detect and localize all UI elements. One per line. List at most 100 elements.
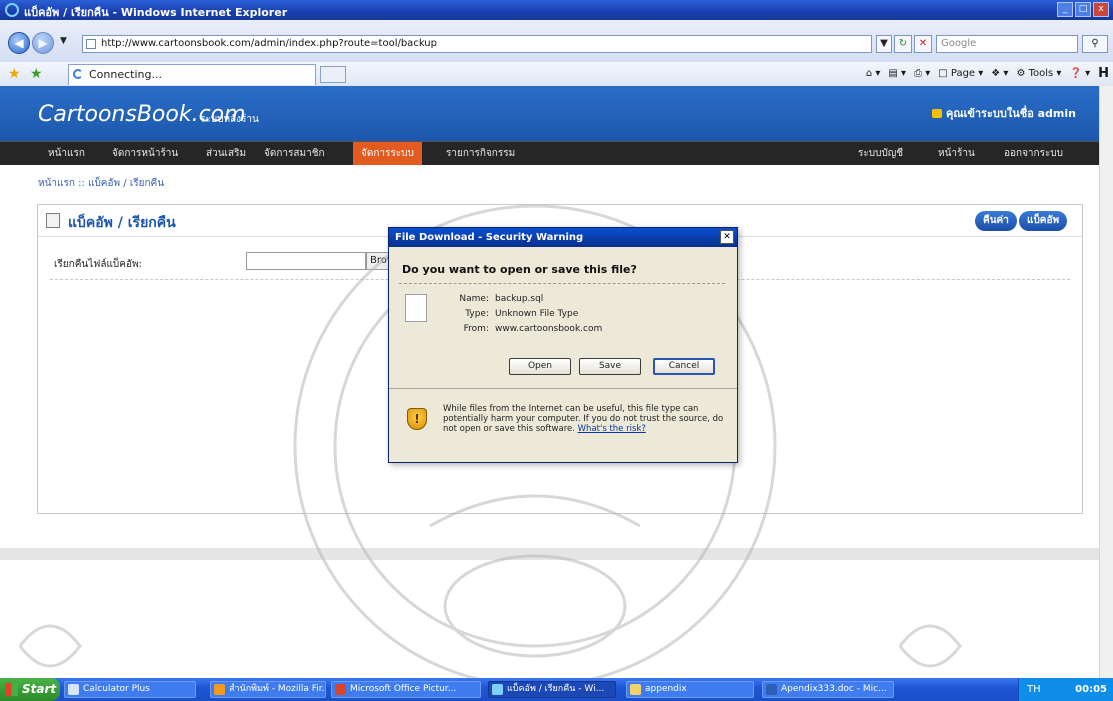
site-header: CartoonsBook.com ระบบหลังร้าน คุณเข้าระบ… [0, 86, 1099, 141]
login-info-text: คุณเข้าระบบในชื่อ admin [946, 107, 1076, 120]
tab-label: Connecting... [89, 68, 162, 81]
address-text: http://www.cartoonsbook.com/admin/index.… [101, 38, 437, 49]
ie-icon [492, 684, 503, 695]
tools-menu-label: Tools [1028, 68, 1054, 79]
cancel-button[interactable]: Cancel [653, 358, 715, 375]
taskbar-item-label: สำนักพิมพ์ - Mozilla Fir... [229, 684, 326, 694]
file-from-value: www.cartoonsbook.com [495, 324, 603, 334]
loading-icon [73, 69, 83, 79]
feeds-icon[interactable]: ▤ ▾ [888, 68, 906, 79]
maximize-button[interactable]: □ [1075, 2, 1091, 17]
calculator-icon [68, 684, 79, 695]
menu-item-extensions[interactable]: ส่วนเสริม [198, 142, 254, 165]
help-icon[interactable]: ❓ ▾ [1069, 68, 1090, 79]
back-button[interactable]: ◀ [8, 32, 30, 54]
page-menu-label: Page [950, 68, 976, 79]
dialog-divider [399, 283, 725, 284]
web-page: CartoonsBook.com ระบบหลังร้าน คุณเข้าระบ… [0, 86, 1099, 678]
tools-menu[interactable]: ⚙ Tools ▾ [1016, 68, 1061, 79]
save-button[interactable]: Save [579, 358, 641, 375]
menu-item-system[interactable]: จัดการระบบ [353, 142, 422, 165]
start-button[interactable]: Start [0, 678, 60, 701]
address-input[interactable]: http://www.cartoonsbook.com/admin/index.… [82, 35, 872, 53]
file-type-row: Type: Unknown File Type [453, 309, 578, 319]
forward-button[interactable]: ▶ [32, 32, 54, 54]
dialog-question: Do you want to open or save this file? [402, 263, 637, 276]
windows-flag-icon [5, 683, 18, 696]
folder-icon [630, 684, 641, 695]
window-controls: _ □ x [1057, 2, 1109, 17]
file-from-row: From: www.cartoonsbook.com [453, 324, 603, 334]
breadcrumb[interactable]: หน้าแรก :: แบ็คอัพ / เรียกคืน [38, 176, 164, 191]
security-warning-text: While files from the Internet can be use… [443, 404, 725, 434]
file-name-row: Name: backup.sql [453, 294, 543, 304]
menu-item-store[interactable]: หน้าร้าน [930, 142, 983, 165]
add-favorites-icon[interactable]: ★ [30, 66, 43, 82]
backup-page-icon [46, 213, 60, 228]
research-icon[interactable]: H [1098, 66, 1109, 81]
file-name-value: backup.sql [495, 294, 544, 304]
security-shield-icon: ! [407, 408, 427, 430]
windows-taskbar: Start Calculator Plus สำนักพิมพ์ - Mozil… [0, 678, 1113, 701]
window-title: แบ็คอัพ / เรียกคืน - Windows Internet Ex… [24, 6, 288, 19]
menu-item-logout[interactable]: ออกจากระบบ [996, 142, 1071, 165]
favorites-star-icon[interactable]: ★ [8, 66, 21, 82]
taskbar-item-word[interactable]: Apendix333.doc - Mic... [762, 681, 894, 698]
restore-file-label: เรียกคืนไฟล์แบ็คอัพ: [54, 259, 142, 270]
file-icon [405, 294, 427, 322]
file-name-label: Name: [459, 294, 489, 304]
browse-button[interactable]: Browse... [366, 252, 390, 270]
site-menu: หน้าแรก จัดการหน้าร้าน ส่วนเสริม จัดการส… [0, 141, 1099, 165]
backup-button[interactable]: แบ็คอัพ [1019, 211, 1068, 231]
restore-file-input[interactable] [246, 252, 366, 270]
search-input[interactable]: Google [936, 35, 1078, 53]
taskbar-item-folder[interactable]: appendix [626, 681, 754, 698]
stop-icon[interactable]: ✕ [914, 35, 932, 53]
taskbar-item-label: Calculator Plus [83, 684, 150, 694]
start-label: Start [22, 682, 57, 696]
taskbar-item-firefox[interactable]: สำนักพิมพ์ - Mozilla Fir... [210, 681, 326, 698]
taskbar-item-label: appendix [645, 684, 687, 694]
history-dropdown-icon[interactable]: ▼ [60, 36, 67, 46]
safety-icon[interactable]: ❖ ▾ [991, 68, 1008, 79]
dialog-close-button[interactable]: ✕ [720, 230, 734, 244]
whats-the-risk-link[interactable]: What's the risk? [578, 424, 646, 434]
address-toolbar: ◀ ▶ ▼ http://www.cartoonsbook.com/admin/… [0, 20, 1113, 63]
taskbar-item-ie[interactable]: แบ็คอัพ / เรียกคืน - Wi... [488, 681, 616, 698]
dialog-separator [389, 388, 737, 389]
firefox-icon [214, 684, 225, 695]
restore-button[interactable]: คืนค่า [975, 211, 1017, 231]
login-info: คุณเข้าระบบในชื่อ admin [932, 104, 1076, 122]
page-scrollbar[interactable] [1099, 86, 1113, 678]
menu-item-members[interactable]: จัดการสมาชิก [256, 142, 333, 165]
new-tab-button[interactable] [320, 66, 346, 83]
taskbar-item-office-picture[interactable]: Microsoft Office Pictur... [331, 681, 481, 698]
file-download-dialog: File Download - Security Warning ✕ Do yo… [388, 227, 738, 463]
minimize-button[interactable]: _ [1057, 2, 1073, 17]
open-button[interactable]: Open [509, 358, 571, 375]
address-dropdown-icon[interactable]: ▼ [876, 35, 892, 53]
refresh-icon[interactable]: ↻ [894, 35, 912, 53]
ie-logo-icon [5, 3, 19, 17]
panel-title: แบ็คอัพ / เรียกคืน [68, 215, 176, 231]
language-indicator[interactable]: TH [1027, 678, 1041, 701]
home-icon[interactable]: ⌂ ▾ [866, 68, 881, 79]
command-bar: ⌂ ▾ ▤ ▾ ⎙ ▾ □ Page ▾ ❖ ▾ ⚙ Tools ▾ ❓ ▾ H [866, 66, 1109, 81]
word-icon [766, 684, 777, 695]
menu-item-activity[interactable]: รายการกิจกรรม [438, 142, 523, 165]
close-window-button[interactable]: x [1093, 2, 1109, 17]
tab-toolbar: ★ ★ Connecting... ⌂ ▾ ▤ ▾ ⎙ ▾ □ Page ▾ ❖… [0, 62, 1113, 87]
menu-item-storefront[interactable]: จัดการหน้าร้าน [104, 142, 186, 165]
tab-current[interactable]: Connecting... [68, 64, 316, 85]
taskbar-item-label: Apendix333.doc - Mic... [781, 684, 887, 694]
menu-item-home[interactable]: หน้าแรก [40, 142, 93, 165]
search-icon[interactable]: ⚲ [1082, 35, 1108, 53]
menu-item-accounting[interactable]: ระบบบัญชี [850, 142, 911, 165]
taskbar-item-label: Microsoft Office Pictur... [350, 684, 457, 694]
taskbar-item-calculator[interactable]: Calculator Plus [64, 681, 196, 698]
page-menu[interactable]: □ Page ▾ [938, 68, 983, 79]
dialog-titlebar: File Download - Security Warning [389, 228, 737, 247]
window-titlebar: แบ็คอัพ / เรียกคืน - Windows Internet Ex… [0, 0, 1113, 20]
file-type-value: Unknown File Type [495, 309, 579, 319]
print-icon[interactable]: ⎙ ▾ [914, 68, 930, 79]
